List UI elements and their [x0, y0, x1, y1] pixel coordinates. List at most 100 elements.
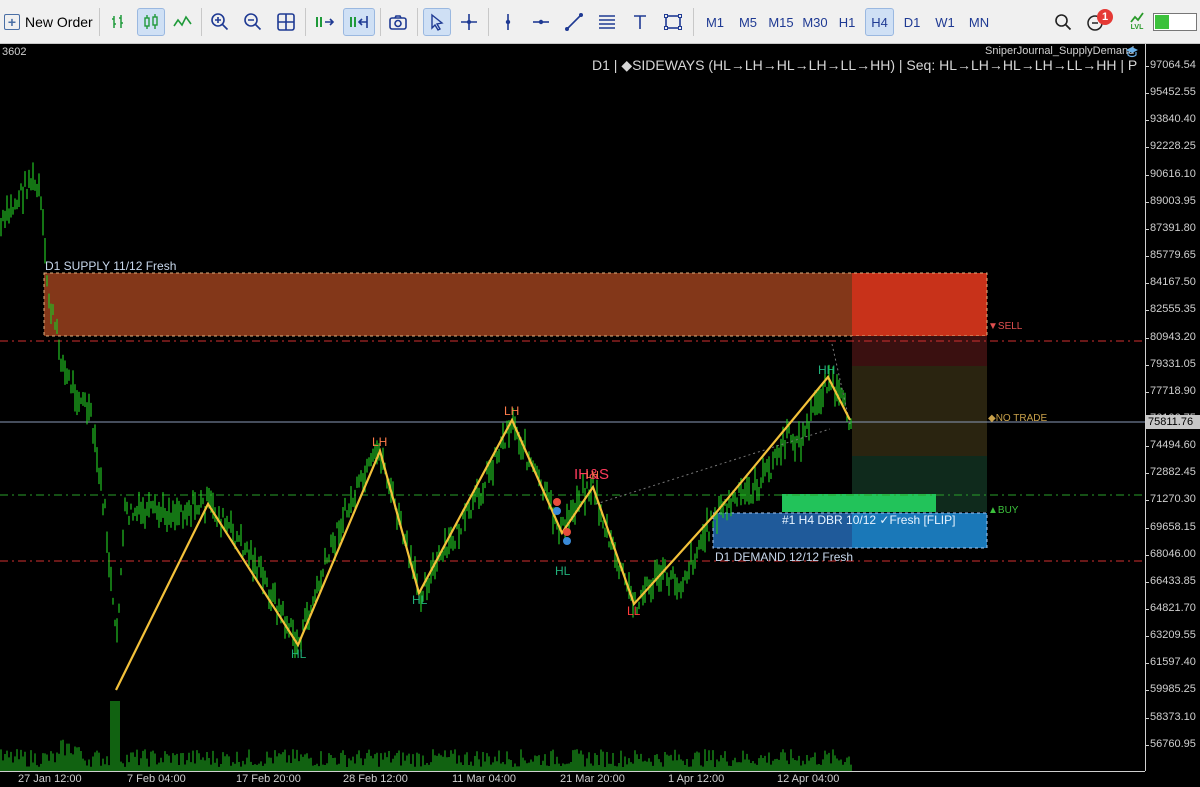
price-axis-tick: [1146, 337, 1149, 339]
timeframe-m5[interactable]: M5: [733, 8, 763, 36]
time-axis-label: 21 Mar 20:00: [560, 773, 625, 785]
no-trade-label: ◆NO TRADE: [988, 413, 1048, 424]
time-axis[interactable]: 27 Jan 12:00 7 Feb 04:00 17 Feb 20:00 28 Fe…: [0, 771, 1145, 787]
pivot-label: LH: [586, 470, 599, 481]
demand-zone-label: D1 DEMAND 12/12 Fresh: [715, 550, 854, 564]
toolbar-divider: [693, 8, 694, 36]
price-axis-tick: [1146, 663, 1149, 665]
auto-scroll-icon[interactable]: [311, 8, 339, 36]
projection-line: [831, 343, 851, 425]
price-axis-tick: [1146, 473, 1149, 475]
price-axis-tick: [1146, 581, 1149, 583]
cursor-icon[interactable]: [423, 8, 451, 36]
crosshair-icon[interactable]: [456, 8, 482, 36]
dbr-zone: [782, 494, 936, 512]
toolbar-divider: [417, 8, 418, 36]
price-axis-label: 77718.90: [1150, 384, 1196, 397]
price-axis-label: 80943.20: [1150, 330, 1196, 343]
rectangle-icon[interactable]: [660, 8, 686, 36]
line-chart-icon[interactable]: [170, 8, 196, 36]
timeframe-h1[interactable]: H1: [833, 8, 861, 36]
time-axis-label: 11 Mar 04:00: [452, 773, 517, 785]
text-icon[interactable]: [627, 8, 653, 36]
timeframe-mn[interactable]: MN: [963, 8, 995, 36]
pivot-label: LL: [627, 604, 641, 618]
pivot-label: LH: [504, 404, 520, 418]
price-axis-label: 69658.15: [1150, 520, 1196, 533]
price-axis-label: 72882.45: [1150, 466, 1196, 479]
chart-id: 3602: [2, 46, 27, 58]
candlestick-icon[interactable]: [137, 8, 165, 36]
chart-shift-icon[interactable]: [343, 8, 375, 36]
channel-icon[interactable]: [594, 8, 620, 36]
price-axis-tick: [1146, 446, 1149, 448]
price-chart[interactable]: D1 | ◆SIDEWAYS (HL→LH→HL→LH→LL→HH) | Seq…: [0, 44, 1145, 771]
timeframe-m1[interactable]: M1: [700, 8, 730, 36]
supply-zone-projection: [852, 273, 987, 336]
price-axis-tick: [1146, 364, 1149, 366]
zoom-in-icon[interactable]: [207, 8, 233, 36]
price-axis-label: 64821.70: [1150, 602, 1196, 614]
timeframe-m15[interactable]: M15: [765, 8, 797, 36]
pivot-label: LH: [372, 435, 388, 449]
price-axis-tick: [1146, 283, 1149, 285]
time-axis-label: 7 Feb 04:00: [127, 773, 186, 785]
price-axis-label: 87391.80: [1150, 221, 1196, 234]
new-order-button[interactable]: + New Order: [4, 8, 93, 36]
price-axis-label: 84167.50: [1150, 276, 1196, 289]
price-axis-tick: [1146, 66, 1149, 67]
no-trade-panel: [852, 366, 987, 456]
price-axis-label: 79331.05: [1150, 357, 1196, 370]
price-axis-tick: [1146, 120, 1149, 122]
grid-icon[interactable]: [273, 8, 299, 36]
price-axis[interactable]: 97064.54 95452.55 93840.40 92228.25 90616.10…: [1145, 44, 1200, 771]
price-axis-label: 56760.95: [1150, 737, 1196, 750]
price-axis-tick: [1146, 636, 1149, 638]
trendline-icon[interactable]: [561, 8, 587, 36]
timeframe-d1[interactable]: D1: [898, 8, 926, 36]
trading-terminal: + New Order M1 M5 M15 M30 H1 H4 D1 W1 MN…: [0, 0, 1200, 787]
buy-signal-label: ▲BUY: [988, 505, 1019, 516]
price-axis-tick: [1146, 500, 1149, 502]
toolbar-divider: [380, 8, 381, 36]
screenshot-icon[interactable]: [385, 8, 411, 36]
price-axis-label: 71270.30: [1150, 493, 1196, 506]
price-axis-label: 74494.60: [1150, 439, 1196, 452]
lvl-label: LVL: [1130, 24, 1144, 31]
timeframe-m30[interactable]: M30: [799, 8, 831, 36]
dbr-zone-label: #1 H4 DBR 10/12 ✓Fresh [FLIP]: [782, 513, 956, 527]
timeframe-w1[interactable]: W1: [931, 8, 959, 36]
price-axis-tick: [1146, 527, 1149, 529]
vertical-line-icon[interactable]: [495, 8, 521, 36]
horizontal-line-icon[interactable]: [528, 8, 554, 36]
chart-canvas: [0, 162, 1145, 771]
bar-chart-icon[interactable]: [106, 8, 132, 36]
price-axis-tick: [1146, 690, 1149, 692]
signal-icon[interactable]: LVL: [1125, 8, 1149, 36]
zoom-out-icon[interactable]: [240, 8, 266, 36]
price-axis-label: 82555.35: [1150, 303, 1196, 316]
price-axis-label: 59985.25: [1150, 683, 1196, 696]
toolbar-divider: [99, 8, 100, 36]
timeframe-h4[interactable]: H4: [865, 8, 894, 36]
price-axis-label: 89003.95: [1150, 194, 1196, 207]
price-axis-tick: [1146, 256, 1149, 258]
price-axis-label: 90616.10: [1150, 167, 1196, 180]
time-axis-label: 27 Jan 12:00: [18, 773, 82, 785]
price-axis-label: 95452.55: [1150, 86, 1196, 99]
search-icon[interactable]: [1050, 8, 1076, 36]
main-toolbar: + New Order M1 M5 M15 M30 H1 H4 D1 W1 MN…: [0, 0, 1200, 44]
price-axis-tick: [1146, 93, 1149, 95]
price-axis-label: 85779.65: [1150, 249, 1196, 262]
market-structure-status: D1 | ◆SIDEWAYS (HL→LH→HL→LH→LL→HH) | Seq…: [592, 57, 1138, 73]
toolbar-divider: [305, 8, 306, 36]
pivot-label: HL: [555, 564, 571, 578]
pivot-label: HH: [818, 363, 836, 377]
supply-zone-label: D1 SUPPLY 11/12 Fresh: [45, 259, 177, 273]
price-axis-tick: [1146, 391, 1149, 393]
pattern-markers: [553, 498, 571, 545]
notification-badge: 1: [1097, 9, 1113, 25]
price-axis-label: 61597.40: [1150, 656, 1196, 669]
volume-series: [0, 701, 852, 771]
price-axis-tick: [1146, 147, 1149, 149]
